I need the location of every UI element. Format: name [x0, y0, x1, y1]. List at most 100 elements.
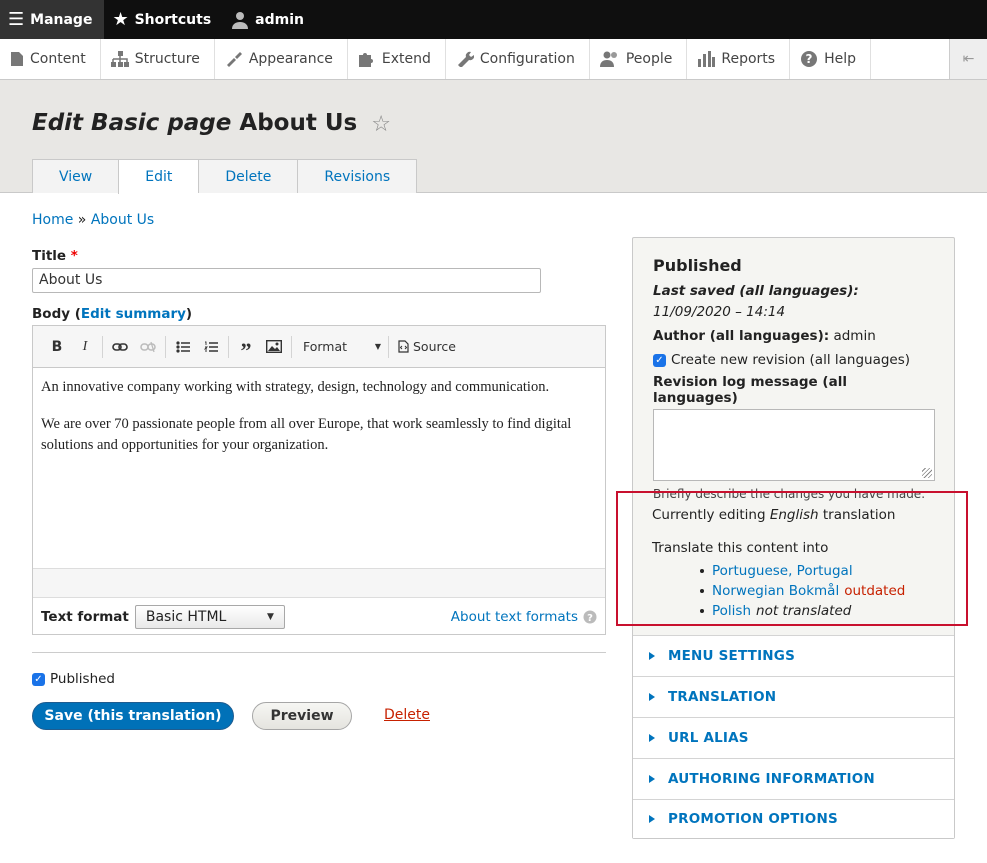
section-translation[interactable]: TRANSLATION [633, 676, 954, 717]
text-format-row: Text format Basic HTML ▼ About text form… [33, 598, 605, 635]
menu-label: Appearance [248, 51, 333, 67]
sidebar-meta: Published Last saved (all languages): 11… [633, 238, 954, 501]
body-paragraph: An innovative company working with strat… [41, 379, 550, 395]
local-tasks-tabs: View Edit Delete Revisions [32, 159, 418, 194]
text-format-value: Basic HTML [145, 608, 227, 625]
about-text-formats-link[interactable]: About text formats ? [451, 609, 597, 625]
paintbrush-icon [226, 52, 242, 67]
editor-footer [33, 568, 605, 598]
published-label: Published [50, 671, 115, 687]
tab-revisions[interactable]: Revisions [297, 159, 418, 193]
breadcrumb-home[interactable]: Home [32, 212, 73, 228]
manage-button[interactable]: ☰ Manage [0, 0, 105, 39]
new-revision-row[interactable]: ✓ Create new revision (all languages) [653, 350, 934, 371]
tab-view[interactable]: View [32, 159, 119, 193]
user-label: admin [255, 11, 304, 28]
divider [32, 652, 606, 653]
toolbar-separator [228, 335, 229, 358]
page-title: Edit Basic page About Us ☆ [32, 110, 391, 137]
menu-item-extend[interactable]: Extend [348, 39, 446, 79]
highlight-box [616, 491, 968, 626]
numbered-list-button[interactable] [197, 334, 225, 360]
favorite-star-icon[interactable]: ☆ [371, 112, 391, 137]
menu-label: Extend [381, 51, 431, 67]
tray-orientation-toggle[interactable]: ⇤ [949, 39, 987, 79]
resize-grip-icon[interactable] [922, 468, 932, 478]
bulleted-list-button[interactable] [169, 334, 197, 360]
expand-triangle-icon [649, 734, 655, 742]
breadcrumb: Home » About Us [32, 212, 154, 228]
published-checkbox[interactable]: ✓ [32, 672, 45, 686]
editor-content[interactable]: An innovative company working with strat… [33, 368, 605, 568]
bar-chart-icon [698, 51, 716, 67]
help-icon: ? [583, 610, 597, 624]
expand-triangle-icon [649, 693, 655, 701]
format-dropdown[interactable]: Format ▼ [295, 339, 385, 354]
body-label: Body (Edit summary) [32, 306, 193, 322]
source-button[interactable]: Source [392, 339, 462, 354]
svg-text:?: ? [587, 613, 593, 624]
link-icon [112, 342, 128, 351]
section-menu-settings[interactable]: MENU SETTINGS [633, 635, 954, 676]
section-promotion-options[interactable]: PROMOTION OPTIONS [633, 799, 954, 838]
required-marker: * [70, 248, 78, 264]
new-revision-label: Create new revision (all languages) [671, 352, 911, 368]
toolbar-separator [388, 335, 389, 358]
image-button[interactable] [260, 334, 288, 360]
revision-log-label: Revision log message (all languages) [653, 374, 847, 406]
star-icon: ★ [112, 9, 129, 30]
unlink-icon [140, 341, 156, 352]
edit-summary-link[interactable]: Edit summary [81, 306, 186, 322]
save-button[interactable]: Save (this translation) [32, 702, 234, 730]
menu-item-people[interactable]: People [590, 39, 688, 79]
tab-edit[interactable]: Edit [118, 159, 199, 194]
menu-item-structure[interactable]: Structure [101, 39, 215, 79]
tab-delete[interactable]: Delete [198, 159, 298, 193]
author-label: Author (all languages): [653, 328, 830, 344]
numbered-list-icon [204, 341, 218, 352]
expand-triangle-icon [649, 775, 655, 783]
bulleted-list-icon [176, 340, 190, 353]
breadcrumb-current[interactable]: About Us [91, 212, 154, 228]
people-icon [599, 51, 617, 67]
link-button[interactable] [106, 334, 134, 360]
published-checkbox-row[interactable]: ✓ Published [32, 671, 115, 687]
last-saved-value: 11/09/2020 – 14:14 [653, 304, 786, 320]
page-title-name: About Us [239, 110, 358, 136]
section-authoring-information[interactable]: AUTHORING INFORMATION [633, 758, 954, 799]
breadcrumb-separator: » [77, 212, 87, 228]
admin-menu-tray: Content Structure Appearance Extend Conf… [0, 39, 987, 80]
menu-label: Reports [721, 51, 776, 67]
user-button[interactable]: admin [223, 0, 316, 39]
new-revision-checkbox[interactable]: ✓ [653, 354, 666, 367]
menu-item-configuration[interactable]: Configuration [446, 39, 590, 79]
about-text-formats-label: About text formats [450, 608, 578, 625]
section-url-alias[interactable]: URL ALIAS [633, 717, 954, 758]
title-input[interactable]: About Us [32, 268, 541, 293]
menu-item-reports[interactable]: Reports [687, 39, 791, 79]
body-label-text: Body [32, 306, 71, 322]
text-format-label: Text format [41, 608, 129, 625]
shortcuts-label: Shortcuts [134, 11, 212, 28]
collapse-left-icon: ⇤ [962, 51, 975, 67]
preview-button[interactable]: Preview [252, 702, 352, 730]
menu-item-help[interactable]: ? Help [790, 39, 871, 79]
delete-link[interactable]: Delete [384, 707, 430, 723]
menu-item-appearance[interactable]: Appearance [215, 39, 348, 79]
select-arrow-icon: ▼ [266, 611, 274, 622]
menu-label: Structure [134, 51, 200, 67]
source-label: Source [413, 339, 456, 354]
unlink-button[interactable] [134, 334, 162, 360]
expand-triangle-icon [649, 652, 655, 660]
bold-button[interactable]: B [43, 334, 71, 360]
menu-item-content[interactable]: Content [0, 39, 101, 79]
revision-log-textarea[interactable] [653, 409, 935, 481]
shortcuts-button[interactable]: ★ Shortcuts [104, 0, 223, 39]
italic-button[interactable]: I [71, 334, 99, 360]
author-value: admin [833, 328, 876, 344]
text-format-select[interactable]: Basic HTML ▼ [134, 604, 285, 629]
wrench-icon [457, 51, 474, 67]
puzzle-icon [358, 53, 373, 67]
blockquote-button[interactable]: ” [232, 334, 260, 363]
section-label: TRANSLATION [668, 689, 777, 705]
